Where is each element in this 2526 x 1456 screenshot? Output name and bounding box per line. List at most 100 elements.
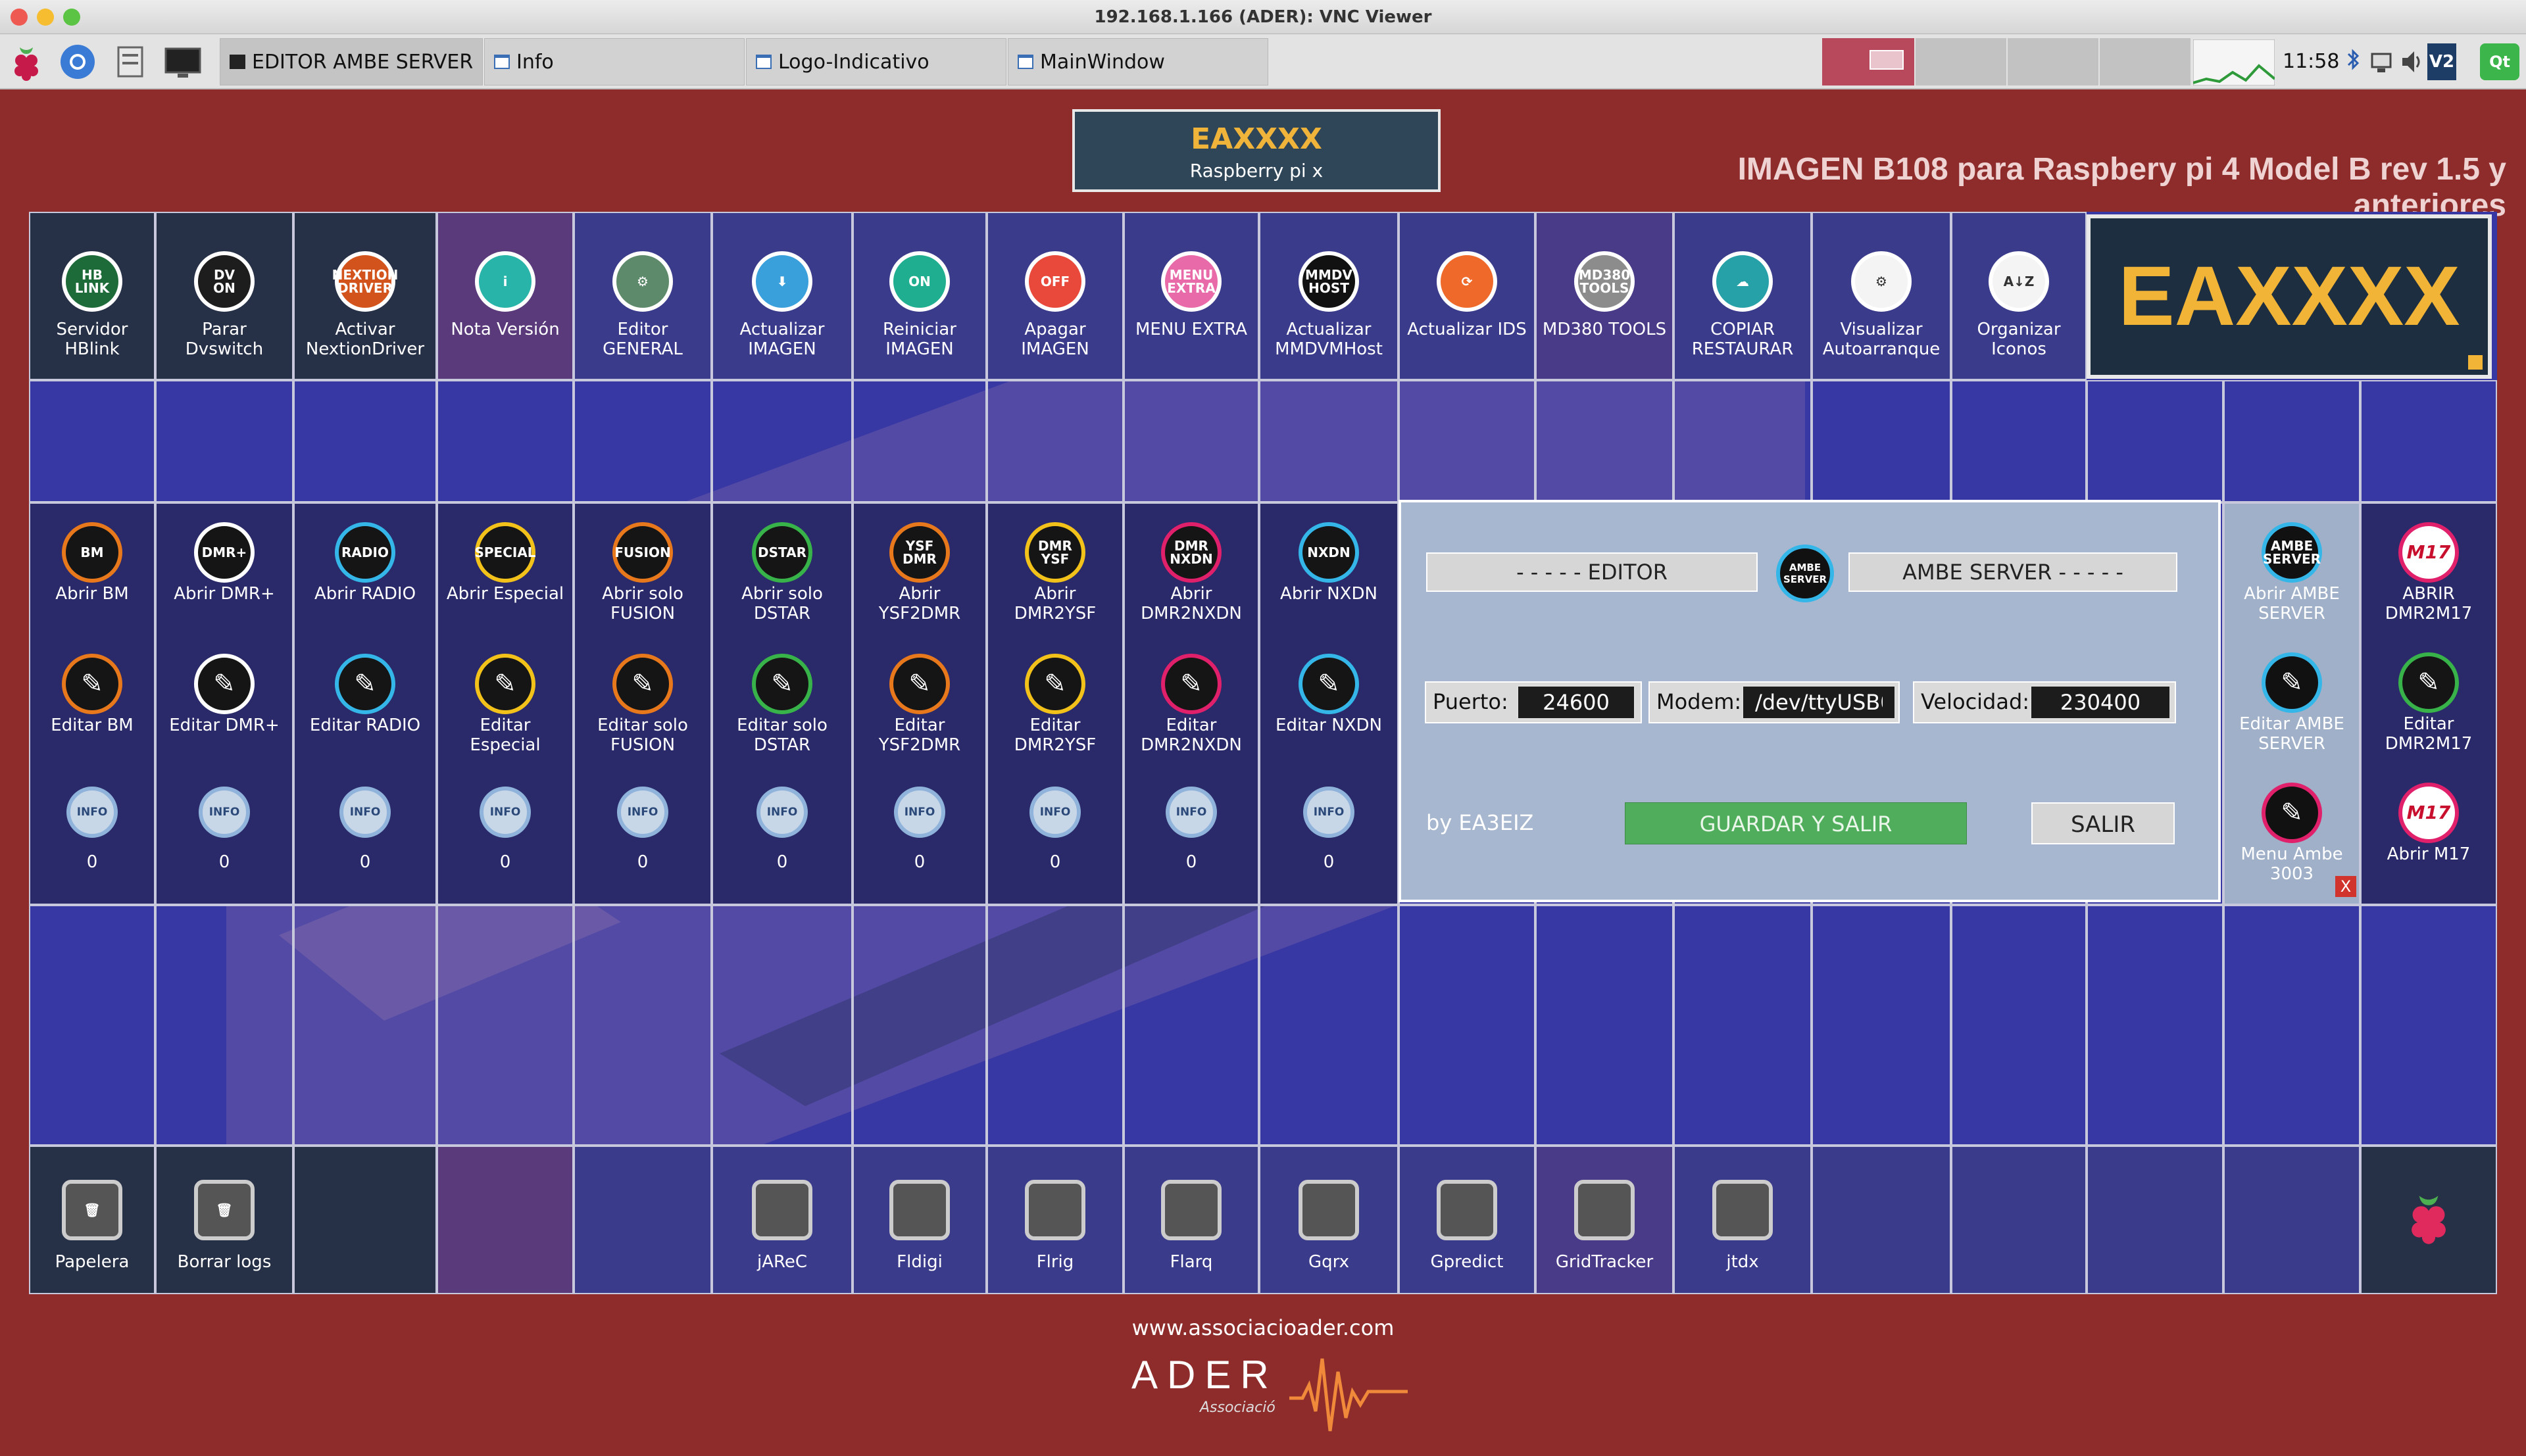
- launcher-servidor-hblink[interactable]: HB LINK Servidor HBlink: [29, 212, 155, 380]
- app-borrar logs[interactable]: 🗑 Borrar logs: [155, 1146, 293, 1294]
- workspace-2[interactable]: [1916, 38, 2006, 85]
- close-ambe-menu-button[interactable]: X: [2335, 876, 2356, 897]
- puerto-input[interactable]: [1517, 685, 1635, 719]
- launcher-actualizar-ids[interactable]: ⟳ Actualizar IDS: [1399, 212, 1535, 380]
- launcher-actualizar-mmdvmhost[interactable]: MMDV HOST Actualizar MMDVMHost: [1259, 212, 1399, 380]
- task-logo-indicativo[interactable]: Logo-Indicativo: [746, 38, 1006, 85]
- launcher-menu-extra[interactable]: MENU EXTRA MENU EXTRA: [1124, 212, 1259, 380]
- empty-cell: [1951, 380, 2087, 502]
- workspace-1[interactable]: [1822, 38, 1914, 85]
- pencil-icon[interactable]: ✎: [2262, 652, 2322, 713]
- launcher-label: Nota Versión: [451, 320, 560, 339]
- volume-icon[interactable]: [2398, 43, 2425, 80]
- task-info[interactable]: Info: [484, 38, 745, 85]
- ambe-server-icon[interactable]: AMBE SERVER: [2262, 522, 2322, 583]
- app-label: Borrar logs: [177, 1252, 272, 1272]
- browser-icon[interactable]: [57, 41, 99, 83]
- app-papelera[interactable]: 🗑 Papelera: [29, 1146, 155, 1294]
- launcher-actualizar-imagen[interactable]: ⬇ Actualizar IMAGEN: [712, 212, 853, 380]
- app-flrig[interactable]: Flrig: [987, 1146, 1124, 1294]
- info-icon[interactable]: INFO: [894, 787, 945, 838]
- info-icon[interactable]: INFO: [1029, 787, 1081, 838]
- pencil-icon[interactable]: ✎: [1161, 654, 1222, 714]
- pencil-icon[interactable]: ✎: [2398, 652, 2459, 713]
- app-label: Gqrx: [1308, 1252, 1350, 1272]
- app-flarq[interactable]: Flarq: [1124, 1146, 1259, 1294]
- info-icon[interactable]: INFO: [66, 787, 118, 838]
- workspace-4[interactable]: [2100, 38, 2191, 85]
- mode-open-icon[interactable]: DSTAR: [752, 522, 812, 583]
- raspberry-menu-icon[interactable]: [5, 41, 47, 83]
- mode-open-icon[interactable]: YSF DMR: [889, 522, 950, 583]
- launcher-md380-tools[interactable]: MD380 TOOLS MD380 TOOLS: [1535, 212, 1673, 380]
- pencil-icon[interactable]: ✎: [612, 654, 673, 714]
- launcher-visualizar-autoarranque[interactable]: ⚙ Visualizar Autoarranque: [1812, 212, 1951, 380]
- task-mainwindow[interactable]: MainWindow: [1008, 38, 1268, 85]
- pencil-icon[interactable]: ✎: [2262, 783, 2322, 843]
- vnc-icon[interactable]: V2: [2427, 43, 2456, 80]
- info-icon[interactable]: INFO: [756, 787, 808, 838]
- bluetooth-icon[interactable]: [2343, 43, 2363, 80]
- workspace-3[interactable]: [2008, 38, 2098, 85]
- info-icon[interactable]: INFO: [1303, 787, 1354, 838]
- mode-column: DMR NXDN Abrir DMR2NXDN ✎ Editar DMR2NXDN IN…: [1124, 502, 1259, 905]
- launcher-parar-dvswitch[interactable]: DV ON Parar Dvswitch: [155, 212, 293, 380]
- empty-cell: [1124, 380, 1259, 502]
- info-icon[interactable]: INFO: [339, 787, 391, 838]
- save-and-exit-button[interactable]: GUARDAR Y SALIR: [1625, 802, 1967, 844]
- app-gqrx[interactable]: Gqrx: [1259, 1146, 1399, 1294]
- qt-update-icon[interactable]: Qt: [2480, 43, 2519, 80]
- terminal-window-icon: [230, 55, 245, 69]
- pencil-icon[interactable]: ✎: [475, 654, 535, 714]
- pencil-icon[interactable]: ✎: [752, 654, 812, 714]
- app-gpredict[interactable]: Gpredict: [1399, 1146, 1535, 1294]
- mode-open-label: Abrir Especial: [446, 584, 564, 604]
- ader-logo-subtext: Associació: [1200, 1399, 1275, 1416]
- app-jtdx[interactable]: jtdx: [1673, 1146, 1812, 1294]
- pencil-icon[interactable]: ✎: [335, 654, 395, 714]
- m17-icon[interactable]: M17: [2398, 783, 2459, 843]
- empty-cell: [2087, 380, 2223, 502]
- mode-open-icon[interactable]: DMR YSF: [1025, 522, 1085, 583]
- mode-open-label: Abrir DMR2YSF: [1014, 584, 1097, 623]
- info-icon[interactable]: INFO: [199, 787, 250, 838]
- pencil-icon[interactable]: ✎: [1299, 654, 1359, 714]
- mode-open-icon[interactable]: BM: [62, 522, 122, 583]
- footer-url[interactable]: www.associacioader.com: [0, 1315, 2526, 1340]
- app-label: jAReC: [756, 1252, 808, 1272]
- launcher-editor-general[interactable]: ⚙ Editor GENERAL: [574, 212, 712, 380]
- modem-input[interactable]: [1742, 685, 1896, 719]
- app-gridtracker[interactable]: GridTracker: [1535, 1146, 1673, 1294]
- task-editor-ambe-server[interactable]: EDITOR AMBE SERVER: [220, 38, 483, 85]
- file-manager-icon[interactable]: [109, 41, 151, 83]
- pencil-icon[interactable]: ✎: [889, 654, 950, 714]
- mode-open-icon[interactable]: NXDN: [1299, 522, 1359, 583]
- mode-open-icon[interactable]: RADIO: [335, 522, 395, 583]
- app-jarec[interactable]: jAReC: [712, 1146, 853, 1294]
- info-icon[interactable]: INFO: [1166, 787, 1217, 838]
- pencil-icon[interactable]: ✎: [1025, 654, 1085, 714]
- info-icon[interactable]: INFO: [617, 787, 668, 838]
- m17-icon[interactable]: M17: [2398, 522, 2459, 583]
- exit-button[interactable]: SALIR: [2031, 802, 2175, 844]
- pencil-icon[interactable]: ✎: [62, 654, 122, 714]
- raspberry-logo-icon[interactable]: [2398, 1186, 2459, 1247]
- launcher-activar-nextiondriver[interactable]: NEXTION DRIVER Activar NextionDriver: [293, 212, 437, 380]
- pencil-icon[interactable]: ✎: [194, 654, 255, 714]
- terminal-icon[interactable]: [162, 41, 204, 83]
- mode-open-icon[interactable]: DMR NXDN: [1161, 522, 1222, 583]
- mode-open-icon[interactable]: SPECIAL: [474, 522, 536, 583]
- launcher-copiar-restaurar[interactable]: ☁ COPIAR RESTAURAR: [1673, 212, 1812, 380]
- mode-open-icon[interactable]: DMR+: [194, 522, 255, 583]
- mode-open-icon[interactable]: FUSION: [612, 522, 673, 583]
- app-fldigi[interactable]: Fldigi: [853, 1146, 987, 1294]
- launcher-icon: ⬇: [752, 251, 812, 312]
- launcher-nota-versi-n[interactable]: i Nota Versión: [437, 212, 574, 380]
- launcher-apagar-imagen[interactable]: OFF Apagar IMAGEN: [987, 212, 1124, 380]
- velocidad-input[interactable]: [2030, 685, 2171, 719]
- launcher-reiniciar-imagen[interactable]: ON Reiniciar IMAGEN: [853, 212, 987, 380]
- network-icon[interactable]: [2368, 43, 2394, 80]
- clock[interactable]: 11:58: [2283, 34, 2339, 89]
- info-icon[interactable]: INFO: [480, 787, 531, 838]
- launcher-organizar-iconos[interactable]: A↓Z Organizar Iconos: [1951, 212, 2087, 380]
